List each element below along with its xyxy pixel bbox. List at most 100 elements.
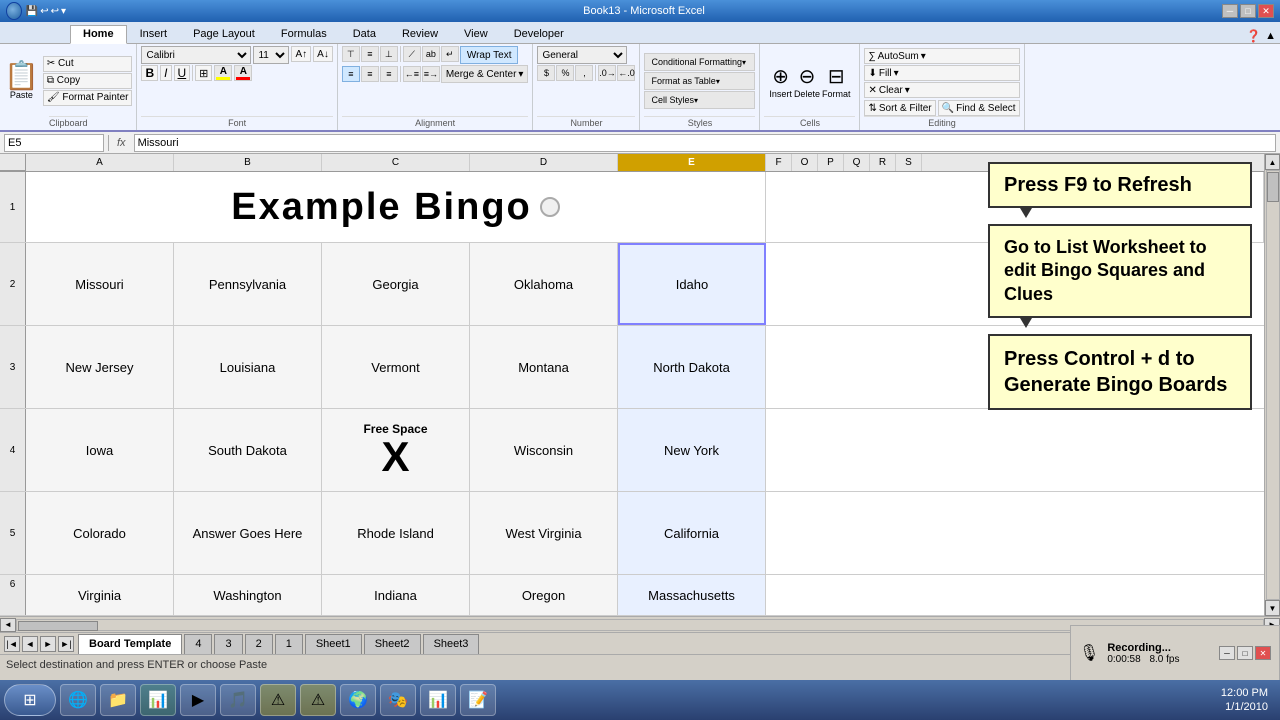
clear-button[interactable]: ✕ Clear ▾ (864, 82, 1019, 98)
tab-review[interactable]: Review (389, 25, 451, 43)
tab-home[interactable]: Home (70, 25, 127, 44)
paste-button[interactable]: 📋 Paste (4, 62, 39, 100)
ribbon-collapse[interactable]: ▲ (1265, 30, 1276, 42)
warning1-button[interactable]: ⚠ (260, 684, 296, 716)
bingo-title-cell[interactable]: Example Bingo (26, 172, 766, 242)
cell-c6[interactable]: Indiana (322, 575, 470, 615)
tab-page-layout[interactable]: Page Layout (180, 25, 268, 43)
cell-c5[interactable]: Rhode Island (322, 492, 470, 574)
cell-c2[interactable]: Georgia (322, 243, 470, 325)
quick-undo[interactable]: ↩ (40, 6, 48, 17)
scroll-thumb[interactable] (1267, 172, 1279, 202)
cell-e4[interactable]: New York (618, 409, 766, 491)
media-player-button[interactable]: ▶ (180, 684, 216, 716)
folder-button[interactable]: 📁 (100, 684, 136, 716)
tab-developer[interactable]: Developer (501, 25, 577, 43)
close-button[interactable]: ✕ (1258, 4, 1274, 18)
cell-d3[interactable]: Montana (470, 326, 618, 408)
align-middle[interactable]: ≡ (361, 46, 379, 62)
maximize-button[interactable]: □ (1240, 4, 1256, 18)
tab-board-template[interactable]: Board Template (78, 634, 182, 654)
fill-button[interactable]: ⬇ Fill ▾ (864, 65, 1019, 81)
cell-styles-button[interactable]: Cell Styles ▾ (644, 91, 755, 109)
align-center[interactable]: ≡ (361, 66, 379, 82)
minimize-button[interactable]: ─ (1222, 4, 1238, 18)
tab-3[interactable]: 3 (214, 634, 242, 654)
align-left[interactable]: ≡ (342, 66, 360, 82)
scroll-track[interactable] (1266, 170, 1280, 600)
delete-cells-button[interactable]: ⊖ Delete (794, 64, 820, 99)
col-header-c[interactable]: C (322, 154, 470, 171)
decrease-decimal[interactable]: ←.0 (617, 65, 635, 81)
help-button[interactable]: ❓ (1246, 29, 1261, 43)
merge-center-button[interactable]: Merge & Center ▾ (441, 65, 529, 83)
col-header-b[interactable]: B (174, 154, 322, 171)
scroll-down-button[interactable]: ▼ (1265, 600, 1280, 616)
conditional-formatting-button[interactable]: Conditional Formatting ▾ (644, 53, 755, 71)
cell-b6[interactable]: Washington (174, 575, 322, 615)
format-painter-button[interactable]: 🖌 Format Painter (43, 90, 133, 106)
cell-d4[interactable]: Wisconsin (470, 409, 618, 491)
col-header-r[interactable]: R (870, 154, 896, 171)
tab-4[interactable]: 4 (184, 634, 212, 654)
media-btn2[interactable]: 🎭 (380, 684, 416, 716)
cell-d5[interactable]: West Virginia (470, 492, 618, 574)
scroll-left-button[interactable]: ◄ (0, 618, 16, 632)
tab-insert[interactable]: Insert (127, 25, 181, 43)
tab-view[interactable]: View (451, 25, 501, 43)
recording-minimize[interactable]: ─ (1219, 646, 1235, 660)
spreadsheet-btn2[interactable]: 📊 (420, 684, 456, 716)
tab-sheet3[interactable]: Sheet3 (423, 634, 480, 654)
font-size-select[interactable]: 11 (253, 46, 289, 64)
cell-d6[interactable]: Oregon (470, 575, 618, 615)
align-bottom[interactable]: ⊥ (380, 46, 398, 62)
cell-a5[interactable]: Colorado (26, 492, 174, 574)
recording-close[interactable]: ✕ (1255, 646, 1271, 660)
copy-button[interactable]: ⧉ Copy (43, 73, 133, 89)
cell-b5[interactable]: Answer Goes Here (174, 492, 322, 574)
insert-cells-button[interactable]: ⊕ Insert (769, 64, 792, 99)
cell-e5[interactable]: California (618, 492, 766, 574)
format-cells-button[interactable]: ⊟ Format (822, 64, 851, 99)
align-top[interactable]: ⊤ (342, 46, 360, 62)
wrap-text-button[interactable]: Wrap Text (460, 46, 519, 64)
align-right[interactable]: ≡ (380, 66, 398, 82)
col-header-d[interactable]: D (470, 154, 618, 171)
text-angle2[interactable]: ab (422, 46, 440, 62)
quick-save[interactable]: 💾 (26, 6, 38, 17)
ie-button[interactable]: 🌐 (60, 684, 96, 716)
sheet-nav-last[interactable]: ►| (58, 636, 74, 652)
tab-sheet2[interactable]: Sheet2 (364, 634, 421, 654)
decrease-font[interactable]: A↓ (313, 46, 333, 62)
percent-button[interactable]: % (556, 65, 574, 81)
start-button[interactable]: ⊞ (4, 684, 56, 716)
sheet-nav-first[interactable]: |◄ (4, 636, 20, 652)
col-header-f[interactable]: F (766, 154, 792, 171)
warning2-button[interactable]: ⚠ (300, 684, 336, 716)
highlight-color-button[interactable]: A (214, 65, 232, 81)
cell-a4[interactable]: Iowa (26, 409, 174, 491)
increase-decimal[interactable]: .0→ (598, 65, 616, 81)
cell-a2[interactable]: Missouri (26, 243, 174, 325)
tab-sheet1[interactable]: Sheet1 (305, 634, 362, 654)
sort-filter-button[interactable]: ⇅ Sort & Filter (864, 100, 935, 116)
font-color-button[interactable]: A (234, 65, 252, 81)
cell-b3[interactable]: Louisiana (174, 326, 322, 408)
bold-button[interactable]: B (141, 65, 158, 81)
cell-c4-free-space[interactable]: Free Space X (322, 409, 470, 491)
cell-e2[interactable]: Idaho (618, 243, 766, 325)
tab-2[interactable]: 2 (245, 634, 273, 654)
cell-e3[interactable]: North Dakota (618, 326, 766, 408)
underline-button[interactable]: U (174, 65, 191, 81)
col-header-o[interactable]: O (792, 154, 818, 171)
autosum-button[interactable]: ∑ AutoSum ▾ (864, 48, 1019, 64)
cell-e6[interactable]: Massachusetts (618, 575, 766, 615)
currency-button[interactable]: $ (537, 65, 555, 81)
tab-1[interactable]: 1 (275, 634, 303, 654)
recording-restore[interactable]: □ (1237, 646, 1253, 660)
border-button[interactable]: ⊞ (195, 65, 212, 81)
cut-button[interactable]: ✂ Cut (43, 56, 133, 72)
number-format-select[interactable]: General (537, 46, 627, 64)
increase-font[interactable]: A↑ (291, 46, 311, 62)
quick-undo2[interactable]: ↩ (51, 6, 59, 17)
